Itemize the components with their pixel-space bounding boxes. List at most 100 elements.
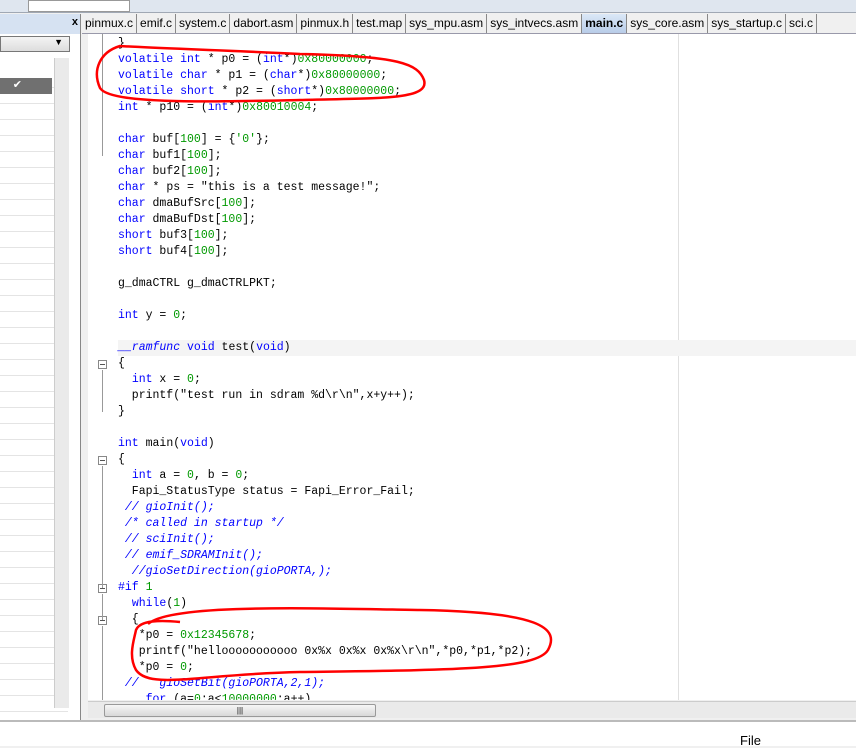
code-token: short	[276, 85, 312, 98]
code-token: 1	[145, 581, 153, 594]
code-token: void	[256, 341, 284, 354]
code-token: buf1[	[145, 149, 188, 162]
code-line: short buf3[100];	[118, 228, 228, 244]
code-line: for (a=0;a<10000000;a++)	[118, 692, 312, 700]
fold-toggle-icon[interactable]	[98, 456, 107, 465]
close-icon[interactable]: x	[72, 16, 78, 28]
code-token: ];	[207, 149, 222, 162]
code-token: {	[118, 453, 125, 466]
tab-sci-c[interactable]: sci.c	[786, 14, 817, 33]
code-line: // sciInit();	[118, 532, 215, 548]
tab-test-map[interactable]: test.map	[353, 14, 407, 33]
file-column-header: File	[740, 733, 761, 748]
code-token: a =	[152, 469, 188, 482]
tab-sys-core-asm[interactable]: sys_core.asm	[627, 14, 709, 33]
code-line: {	[118, 356, 125, 372]
code-line: char buf2[100];	[118, 164, 222, 180]
fold-line	[102, 370, 103, 412]
tab-dabort-asm[interactable]: dabort.asm	[230, 14, 298, 33]
tab-sys-startup-c[interactable]: sys_startup.c	[708, 14, 786, 33]
code-token: buf4[	[152, 245, 194, 258]
editor-tabs: pinmux.c emif.c system.c dabort.asm pinmux.h…	[82, 14, 856, 34]
code-token: * p10 = (	[138, 101, 208, 114]
tab-sys-mpu-asm[interactable]: sys_mpu.asm	[406, 14, 488, 33]
code-token: test(	[214, 341, 257, 354]
code-token: *p0 =	[118, 661, 181, 674]
scrollbar-thumb[interactable]: |||	[104, 704, 376, 717]
fold-line	[102, 466, 103, 588]
code-token: 100	[193, 245, 215, 258]
tab-sys-intvecs-asm[interactable]: sys_intvecs.asm	[487, 14, 583, 33]
code-line: char buf[100] = {'0'};	[118, 132, 270, 148]
code-line: char dmaBufSrc[100];	[118, 196, 256, 212]
toolbar-combo[interactable]	[28, 0, 130, 12]
code-token: short	[118, 229, 153, 242]
code-token: *)	[297, 69, 312, 82]
code-token: // gioInit();	[118, 501, 215, 514]
code-line: printf("hellooooooooooo 0x%x 0x%x 0x%x\r…	[118, 644, 532, 660]
code-line: printf("test run in sdram %d\r\n",x+y++)…	[118, 388, 415, 404]
code-token: )	[283, 341, 291, 354]
code-token: {	[118, 613, 139, 626]
code-token: ;	[311, 101, 319, 114]
code-line: int main(void)	[118, 436, 215, 452]
horizontal-scrollbar[interactable]: |||	[88, 701, 856, 718]
fold-toggle-icon[interactable]	[98, 360, 107, 369]
code-token: // gioSetBit(gioPORTA,2,1);	[118, 677, 326, 690]
code-token: ;a<	[200, 693, 222, 700]
tab-system-c[interactable]: system.c	[176, 14, 231, 33]
code-token: x =	[152, 373, 188, 386]
code-token: void	[187, 341, 215, 354]
code-line: volatile int * p0 = (int*)0x80000000;	[118, 52, 373, 68]
code-token: __ramfunc	[118, 341, 181, 354]
code-token: Fapi_StatusType status = Fapi_Error_Fail…	[118, 485, 415, 498]
code-token: y =	[138, 309, 174, 322]
fold-line	[102, 626, 103, 700]
code-token: void	[180, 437, 208, 450]
code-token: 100	[187, 149, 208, 162]
code-token: ] = {	[200, 133, 236, 146]
code-token: 10000000	[221, 693, 277, 700]
code-token: ;	[380, 69, 388, 82]
tab-pinmux-h[interactable]: pinmux.h	[297, 14, 354, 33]
code-token: *)	[311, 85, 326, 98]
code-line: char dmaBufDst[100];	[118, 212, 256, 228]
code-line: // gioSetBit(gioPORTA,2,1);	[118, 676, 325, 692]
code-token: buf3[	[152, 229, 194, 242]
tab-emif-c[interactable]: emif.c	[137, 14, 177, 33]
code-token: int	[131, 469, 153, 482]
code-line: }	[118, 36, 125, 52]
tab-main-c[interactable]: main.c	[582, 14, 628, 33]
check-icon[interactable]: ✔	[0, 78, 52, 94]
code-token: 0	[180, 661, 188, 674]
code-token: char	[118, 197, 146, 210]
code-editor[interactable]: } volatile int * p0 = (int*)0x80000000; vo…	[88, 34, 856, 700]
code-line: Fapi_StatusType status = Fapi_Error_Fail…	[118, 484, 415, 500]
code-token: // sciInit();	[118, 533, 215, 546]
bottom-panel: File	[0, 720, 856, 748]
code-token: int	[207, 101, 229, 114]
code-token: *)	[283, 53, 298, 66]
code-token: }	[118, 37, 125, 50]
left-panel: x ▼ ✔	[0, 14, 81, 720]
code-token: printf("hellooooooooooo 0x%x 0x%x 0x%x\r…	[118, 645, 533, 658]
left-panel-dropdown[interactable]: ▼	[0, 36, 70, 52]
left-panel-scrollbar[interactable]	[54, 58, 69, 708]
code-line: #if 1	[118, 580, 153, 596]
code-line: __ramfunc void test(void)	[118, 340, 856, 356]
code-token: 0	[187, 373, 194, 386]
code-line: while(1)	[118, 596, 187, 612]
code-token: 100	[187, 165, 208, 178]
code-line: char * ps = "this is a test message!";	[118, 180, 380, 196]
tab-pinmux-c[interactable]: pinmux.c	[82, 14, 138, 33]
code-token: dmaBufDst[	[145, 213, 222, 226]
code-token: 100	[193, 229, 215, 242]
code-token: {	[118, 357, 125, 370]
code-token: char	[118, 133, 146, 146]
code-line: {	[118, 452, 125, 468]
code-token: ;	[180, 309, 188, 322]
